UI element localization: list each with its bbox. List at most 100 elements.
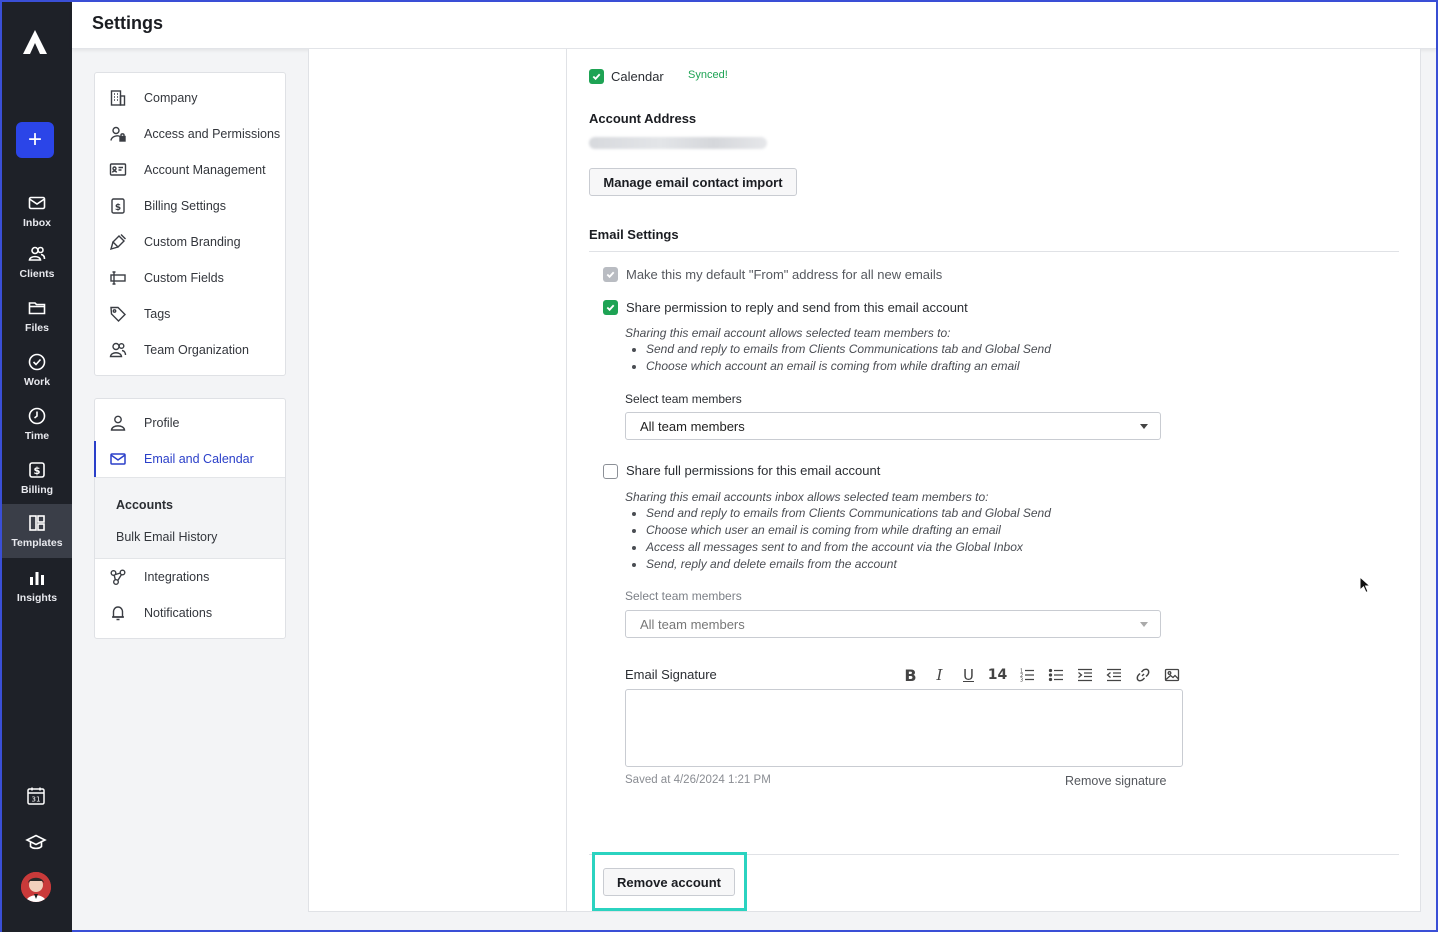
ordered-list-icon: 123 xyxy=(1020,669,1034,683)
bold-button[interactable]: B xyxy=(896,664,925,686)
indent-button[interactable] xyxy=(1070,664,1099,686)
nav-item-label: Company xyxy=(144,91,198,105)
rail-label: Work xyxy=(23,376,51,388)
nav-item-billing-settings[interactable]: $ Billing Settings xyxy=(95,188,285,224)
outdent-button[interactable] xyxy=(1099,664,1128,686)
ordered-list-button[interactable]: 123 xyxy=(1012,664,1041,686)
avatar-image xyxy=(21,872,51,902)
email-calendar-subnav: Accounts Bulk Email History xyxy=(95,477,285,559)
nav-item-access-permissions[interactable]: Access and Permissions xyxy=(95,116,285,152)
remove-signature-link[interactable]: Remove signature xyxy=(1065,774,1166,788)
nav-item-label: Notifications xyxy=(144,606,213,620)
nav-item-label: Profile xyxy=(144,416,180,430)
bullet-list-icon xyxy=(1048,668,1063,682)
signature-saved-timestamp: Saved at 4/26/2024 1:21 PM xyxy=(625,774,771,786)
rail-item-billing[interactable]: $ Billing xyxy=(2,451,72,505)
brush-icon xyxy=(109,234,126,251)
svg-text:$: $ xyxy=(34,466,41,477)
nav-item-label: Custom Branding xyxy=(144,235,241,249)
link-icon xyxy=(1136,668,1149,682)
check-icon xyxy=(606,304,615,312)
nav-item-label: Tags xyxy=(144,307,171,321)
top-bar: Settings xyxy=(72,2,1436,49)
list-item: Access all messages sent to and from the… xyxy=(646,539,1051,556)
app-logo-icon[interactable] xyxy=(21,28,49,56)
select-value: All team members xyxy=(640,418,745,434)
share-permission-bullets: Send and reply to emails from Clients Co… xyxy=(625,341,1051,375)
insert-image-button[interactable] xyxy=(1157,664,1186,686)
check-icon xyxy=(592,73,601,81)
inbox-icon xyxy=(28,196,46,210)
caret-down-icon xyxy=(1140,622,1148,627)
email-signature-label: Email Signature xyxy=(625,667,717,682)
select-value: All team members xyxy=(640,616,745,632)
clock-icon xyxy=(28,407,46,425)
rail-item-templates[interactable]: Templates xyxy=(2,504,72,558)
rail-item-work[interactable]: Work xyxy=(2,343,72,397)
section-divider xyxy=(589,251,1399,252)
nav-item-team-organization[interactable]: Team Organization xyxy=(95,332,285,368)
nav-item-account-management[interactable]: Account Management xyxy=(95,152,285,188)
nav-item-label: Integrations xyxy=(144,570,210,584)
rail-item-time[interactable]: Time xyxy=(2,397,72,451)
manage-email-contact-import-button[interactable]: Manage email contact import xyxy=(589,168,797,196)
nav-item-tags[interactable]: Tags xyxy=(95,296,285,332)
list-item: Send and reply to emails from Clients Co… xyxy=(646,505,1051,522)
account-address-redacted xyxy=(589,137,767,149)
check-circle-icon xyxy=(28,353,46,371)
nav-item-label: Account Management xyxy=(144,163,266,177)
subnav-item-accounts[interactable]: Accounts xyxy=(116,498,285,512)
bell-icon xyxy=(112,606,124,621)
select-team-members-dropdown-2[interactable]: All team members xyxy=(625,610,1161,638)
nav-item-company[interactable]: Company xyxy=(95,80,285,116)
rail-item-files[interactable]: Files xyxy=(2,289,72,343)
calendar-label: Calendar xyxy=(611,69,664,84)
link-button[interactable] xyxy=(1128,664,1157,686)
nav-item-profile[interactable]: Profile xyxy=(95,405,285,441)
nav-item-notifications[interactable]: Notifications xyxy=(95,595,285,631)
share-permission-label: Share permission to reply and send from … xyxy=(626,300,968,315)
create-new-button[interactable]: + xyxy=(16,122,54,158)
nav-item-custom-fields[interactable]: Custom Fields xyxy=(95,260,285,296)
rail-item-inbox[interactable]: Inbox xyxy=(2,184,72,238)
rail-label: Files xyxy=(25,322,49,334)
indent-icon xyxy=(1077,668,1092,682)
outdent-icon xyxy=(1105,668,1121,682)
rail-item-insights[interactable]: Insights xyxy=(2,559,72,613)
list-item: Send, reply and delete emails from the a… xyxy=(646,556,1051,573)
nav-item-custom-branding[interactable]: Custom Branding xyxy=(95,224,285,260)
default-from-checkbox[interactable] xyxy=(603,267,618,282)
nav-item-email-calendar[interactable]: Email and Calendar xyxy=(94,441,285,477)
account-address-heading: Account Address xyxy=(589,111,697,126)
underline-button[interactable]: U xyxy=(954,664,983,686)
rail-item-clients[interactable]: Clients xyxy=(2,235,72,289)
italic-button[interactable]: I xyxy=(925,664,954,686)
font-size-button[interactable]: 14 xyxy=(983,664,1012,686)
calendar-icon[interactable]: 31 xyxy=(25,785,47,807)
nav-item-integrations[interactable]: Integrations xyxy=(95,559,285,595)
image-icon xyxy=(1164,668,1179,682)
list-item: Choose which account an email is coming … xyxy=(646,358,1051,375)
user-avatar[interactable] xyxy=(21,872,51,902)
select-team-members-label: Select team members xyxy=(625,392,742,406)
nav-item-label: Billing Settings xyxy=(144,199,226,213)
rail-label: Inbox xyxy=(23,217,51,229)
check-icon xyxy=(606,271,615,279)
rail-label: Insights xyxy=(16,592,58,604)
share-permission-description: Sharing this email account allows select… xyxy=(625,326,951,340)
share-full-permissions-checkbox[interactable] xyxy=(603,464,618,479)
calendar-checkbox[interactable] xyxy=(589,69,604,84)
select-team-members-dropdown[interactable]: All team members xyxy=(625,412,1161,440)
rail-label: Templates xyxy=(11,537,63,549)
share-permission-checkbox[interactable] xyxy=(603,300,618,315)
list-item: Choose which user an email is coming fro… xyxy=(646,522,1051,539)
fields-icon xyxy=(110,271,126,285)
share-full-bullets: Send and reply to emails from Clients Co… xyxy=(625,505,1051,573)
nav-item-label: Team Organization xyxy=(144,343,249,357)
email-settings-heading: Email Settings xyxy=(589,227,679,242)
bullet-list-button[interactable] xyxy=(1041,664,1070,686)
nav-item-label: Custom Fields xyxy=(144,271,224,285)
graduation-cap-icon[interactable] xyxy=(25,831,47,853)
email-signature-editor[interactable] xyxy=(625,689,1183,767)
subnav-item-bulk-email-history[interactable]: Bulk Email History xyxy=(116,530,285,544)
